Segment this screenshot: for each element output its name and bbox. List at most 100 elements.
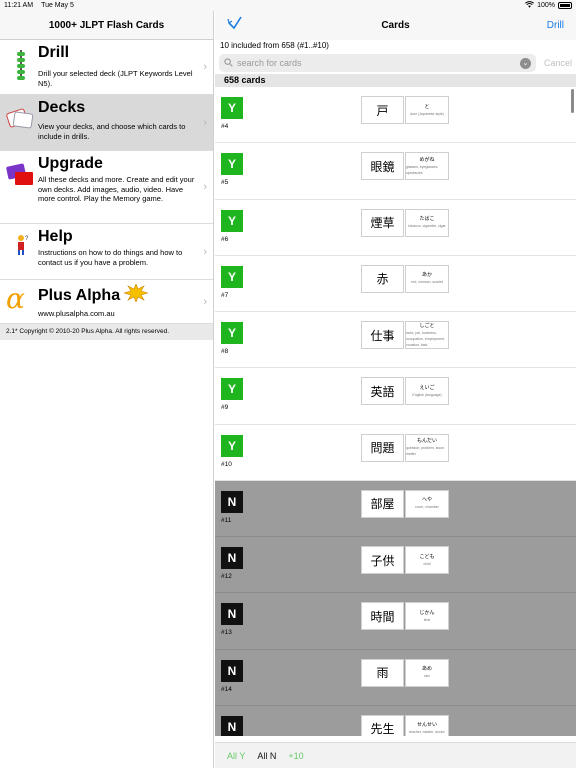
card-row[interactable]: Y #9 英語 えいご English (language) — [215, 368, 576, 425]
card-reading: せんせい — [416, 722, 437, 729]
card-front[interactable]: 戸 — [361, 96, 404, 124]
copyright-text: 2.1* Copyright © 2010-20 Plus Alpha. All… — [0, 324, 213, 340]
svg-text:?: ? — [25, 236, 29, 242]
card-meaning: work, job, business, occupation, employm… — [406, 330, 445, 347]
menu-item-drill[interactable]: Drill Drill your selected deck (JLPT Key… — [0, 40, 213, 95]
plus-ten-button[interactable]: +10 — [288, 751, 303, 761]
card-front[interactable]: 赤 — [361, 264, 404, 293]
card-number: #7 — [221, 291, 229, 299]
include-toggle[interactable]: N — [221, 715, 243, 736]
menu-item-help[interactable]: ? Help Instructions on how to do things … — [0, 224, 213, 280]
card-meaning: glasses, eyeglasses, spectacles — [406, 164, 439, 175]
card-number: #14 — [221, 685, 232, 693]
card-back[interactable]: あか red, crimson, scarlet — [405, 264, 449, 293]
card-front[interactable]: 雨 — [361, 658, 404, 687]
cards-list[interactable]: Y #4 戸と door (Japanese style) Y #5 眼鏡 めがね glasse… — [215, 87, 576, 736]
card-number: #6 — [221, 235, 229, 243]
included-summary: 10 included from 658 (#1..#10) — [220, 41, 329, 50]
menu-title-upgrade: Upgrade — [38, 155, 103, 172]
menu-desc-drill: Drill your selected deck (JLPT Keywords … — [38, 69, 193, 88]
include-toggle[interactable]: N — [221, 603, 243, 626]
card-row[interactable]: Y #8 仕事 しごと work, job, business, occupation,… — [215, 312, 576, 369]
search-input[interactable] — [237, 58, 516, 68]
card-reading: じかん — [419, 609, 435, 616]
checkmark-arrow-icon[interactable] — [227, 16, 243, 35]
card-row[interactable]: Y #6 煙草 たばこ tobacco, cigarette, cigar — [215, 200, 576, 256]
card-row[interactable]: Y #10 問題 もんだい question, problem, issue, matt… — [215, 425, 576, 481]
card-row[interactable]: N #11 部屋 へや room, chamber — [215, 480, 576, 537]
card-back[interactable]: もんだい question, problem, issue, matter — [405, 433, 449, 462]
card-front[interactable]: 仕事 — [361, 321, 404, 349]
card-back[interactable]: こども child — [405, 546, 449, 574]
card-front[interactable]: 問題 — [361, 433, 404, 462]
card-front[interactable]: 子供 — [361, 546, 404, 574]
card-back[interactable]: へや room, chamber — [405, 489, 449, 518]
include-toggle[interactable]: Y — [221, 434, 243, 457]
card-front[interactable]: 眼鏡 — [361, 152, 404, 181]
card-reading: えいご — [419, 384, 435, 391]
card-row[interactable]: N #14 雨 あめ rain — [215, 649, 576, 706]
all-n-button[interactable]: All N — [257, 751, 276, 761]
card-meaning: tobacco, cigarette, cigar — [408, 224, 446, 228]
card-reading: あめ — [421, 666, 432, 672]
card-front[interactable]: 先生 — [361, 714, 404, 736]
card-front[interactable]: 時間 — [361, 602, 404, 631]
menu-item-decks[interactable]: Decks View your decks, and choose which … — [0, 95, 213, 151]
card-row[interactable]: Y #7 赤あか red, crimson, scarlet — [215, 256, 576, 312]
menu-item-plus-alpha[interactable]: α Plus Alpha www.plusalpha.com.au › — [0, 280, 213, 324]
card-row[interactable]: Y #4 戸と door (Japanese style) — [215, 87, 576, 144]
card-front[interactable]: 煙草 — [361, 208, 404, 237]
scrollbar[interactable] — [571, 89, 574, 113]
card-row[interactable]: N #13 時間 じかん time — [215, 593, 576, 650]
card-back[interactable]: たばこ tobacco, cigarette, cigar — [405, 208, 449, 237]
cards-icon — [4, 99, 38, 146]
chevron-down-circle-icon[interactable]: ⌄ — [519, 57, 531, 69]
include-toggle[interactable]: Y — [221, 322, 243, 344]
include-toggle[interactable]: Y — [221, 265, 243, 288]
card-meaning: teacher, master, doctor — [409, 730, 445, 735]
status-time: 11:21 AM — [4, 2, 34, 9]
bottom-toolbar: All Y All N +10 — [215, 742, 576, 768]
nav-title: Cards — [381, 20, 410, 31]
include-toggle[interactable]: Y — [221, 97, 243, 119]
card-meaning: rain — [424, 674, 430, 678]
app-title: 1000+ JLPT Flash Cards — [0, 11, 213, 40]
card-back[interactable]: えいご English (language) — [405, 377, 449, 406]
card-row[interactable]: N #12 子供 こども child — [215, 537, 576, 594]
battery-percent: 100% — [537, 2, 555, 9]
include-toggle[interactable]: Y — [221, 378, 243, 401]
menu-title-decks: Decks — [38, 99, 86, 116]
upgrade-cards-icon — [4, 155, 38, 219]
include-toggle[interactable]: Y — [221, 153, 243, 176]
card-back[interactable]: しごと work, job, business, occupation, empl… — [405, 321, 449, 349]
menu-title-plus-alpha: Plus Alpha — [38, 286, 121, 304]
card-meaning: English (language) — [412, 392, 442, 397]
include-toggle[interactable]: N — [221, 490, 243, 513]
card-reading: へや — [421, 497, 432, 504]
card-back[interactable]: せんせい teacher, master, doctor — [405, 714, 449, 736]
cancel-button[interactable]: Cancel — [544, 58, 572, 68]
card-front[interactable]: 部屋 — [361, 489, 404, 518]
card-row[interactable]: N 先生 せんせい teacher, master, doctor — [215, 705, 576, 736]
all-y-button[interactable]: All Y — [227, 751, 245, 761]
card-reading: もんだい — [416, 438, 437, 444]
include-toggle[interactable]: N — [221, 659, 243, 682]
search-field[interactable]: ⌄ — [219, 54, 536, 72]
card-back[interactable]: あめ rain — [405, 658, 449, 687]
nav-bar: Cards Drill — [215, 11, 576, 40]
menu-item-upgrade[interactable]: Upgrade All these decks and more. Create… — [0, 151, 213, 224]
status-bar: 11:21 AM Tue May 5 100% — [0, 0, 576, 11]
drill-button[interactable]: Drill — [547, 20, 564, 31]
card-back[interactable]: めがね glasses, eyeglasses, spectacles — [405, 152, 449, 181]
card-number: #8 — [221, 348, 229, 355]
card-front[interactable]: 英語 — [361, 377, 404, 406]
card-back[interactable]: じかん time — [405, 602, 449, 631]
card-meaning: question, problem, issue, matter — [406, 446, 445, 456]
search-icon — [224, 57, 233, 69]
master-panel: 1000+ JLPT Flash Cards Drill Drill your … — [0, 11, 214, 768]
card-reading: めがね — [419, 156, 435, 163]
card-row[interactable]: Y #5 眼鏡 めがね glasses, eyeglasses, spectacles — [215, 143, 576, 200]
include-toggle[interactable]: N — [221, 547, 243, 569]
card-back[interactable]: と door (Japanese style) — [405, 96, 449, 124]
include-toggle[interactable]: Y — [221, 209, 243, 232]
